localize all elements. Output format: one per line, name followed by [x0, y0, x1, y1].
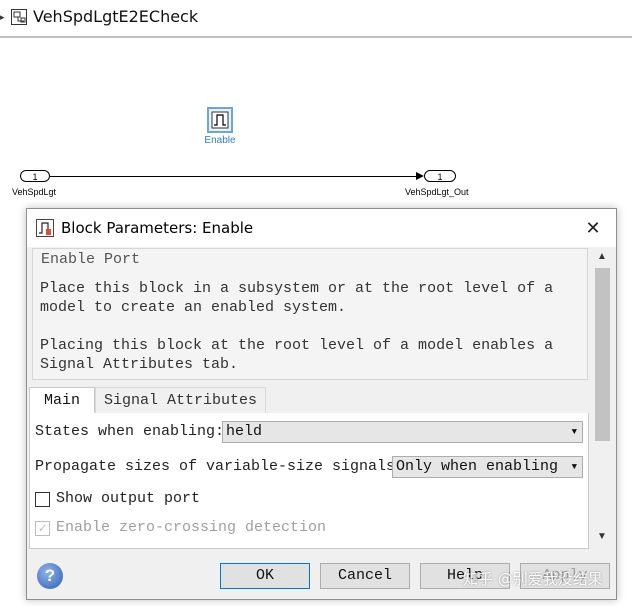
- zero-crossing-label: Enable zero-crossing detection: [56, 519, 327, 536]
- states-when-enabling-select[interactable]: held ▼: [222, 421, 583, 443]
- dialog-titlebar[interactable]: Block Parameters: Enable ✕: [27, 209, 616, 247]
- chevron-down-icon: ▼: [571, 427, 577, 437]
- signal-line[interactable]: [50, 176, 420, 177]
- cancel-button[interactable]: Cancel: [320, 563, 410, 589]
- description-text-1: Place this block in a subsystem or at th…: [40, 280, 554, 316]
- block-parameters-dialog: Block Parameters: Enable ✕ Enable Port P…: [26, 208, 617, 600]
- tab-signal-attributes[interactable]: Signal Attributes: [95, 387, 266, 413]
- model-title: VehSpdLgtE2ECheck: [33, 7, 199, 26]
- show-output-port-label: Show output port: [56, 490, 201, 507]
- outport-block[interactable]: 1: [424, 170, 456, 182]
- help-icon[interactable]: ?: [37, 563, 63, 589]
- zero-crossing-checkbox[interactable]: ✓: [35, 521, 50, 536]
- breadcrumb-arrow-icon[interactable]: ▸: [0, 12, 5, 23]
- close-icon[interactable]: ✕: [579, 215, 607, 241]
- states-when-enabling-value: held: [226, 423, 263, 440]
- show-output-port-checkbox[interactable]: [35, 492, 50, 507]
- description-text-2: Placing this block at the root level of …: [40, 337, 554, 373]
- inport-block[interactable]: 1: [20, 170, 50, 182]
- propagate-sizes-value: Only when enabling: [396, 458, 559, 475]
- scroll-up-icon[interactable]: ▲: [593, 250, 611, 264]
- scroll-thumb[interactable]: [595, 268, 610, 441]
- pulse-icon: [211, 111, 229, 129]
- ok-button[interactable]: OK: [220, 563, 310, 589]
- enable-block[interactable]: [207, 107, 233, 133]
- dialog-title: Block Parameters: Enable: [61, 219, 254, 237]
- tab-main[interactable]: Main: [29, 387, 95, 413]
- chevron-down-icon: ▼: [571, 462, 577, 472]
- main-tab-panel: States when enabling: held ▼ Propagate s…: [29, 413, 589, 549]
- subsystem-icon: [11, 9, 27, 25]
- enable-block-label: Enable: [204, 135, 236, 146]
- inport-label: VehSpdLgt: [12, 187, 57, 197]
- vertical-scrollbar[interactable]: ▲ ▼: [593, 248, 611, 548]
- states-when-enabling-label: States when enabling:: [35, 423, 225, 440]
- scroll-down-icon[interactable]: ▼: [593, 530, 611, 544]
- description-group: Enable Port Place this block in a subsys…: [32, 248, 588, 380]
- outport-label: VehSpdLgt_Out: [405, 187, 469, 197]
- propagate-sizes-select[interactable]: Only when enabling ▼: [392, 456, 583, 478]
- watermark-text: 知乎 @别爱我没结果: [463, 570, 603, 588]
- model-header: ▸ VehSpdLgtE2ECheck: [0, 0, 632, 38]
- block-parameters-icon: [36, 219, 54, 237]
- signal-arrow-icon: [416, 172, 424, 180]
- propagate-sizes-label: Propagate sizes of variable-size signals…: [35, 458, 405, 475]
- group-title: Enable Port: [41, 251, 141, 268]
